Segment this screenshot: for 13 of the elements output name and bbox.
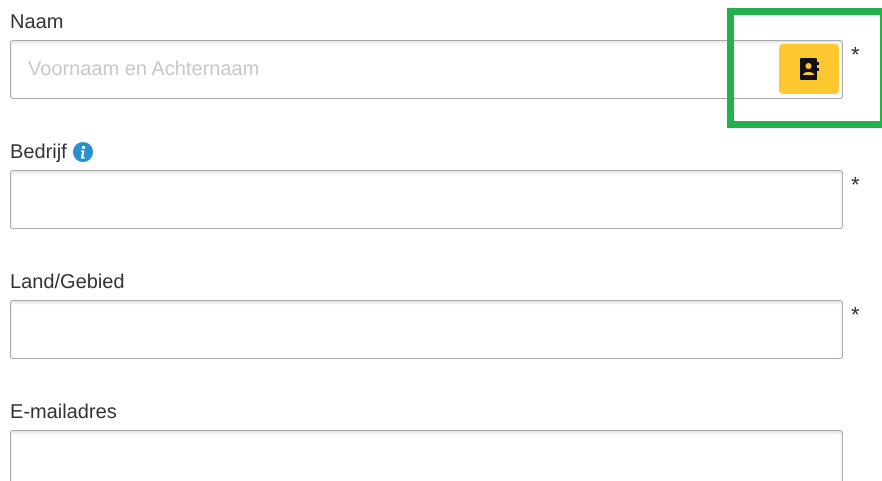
info-icon[interactable] xyxy=(72,142,93,162)
required-mark: * xyxy=(851,171,860,199)
text-field[interactable] xyxy=(10,430,843,481)
field-label: E-mailadres xyxy=(10,400,117,424)
contact-book-icon xyxy=(799,57,819,81)
required-mark: * xyxy=(851,301,860,329)
text-field[interactable] xyxy=(10,170,843,229)
required-mark: * xyxy=(851,41,860,69)
text-field[interactable] xyxy=(10,300,843,359)
contacts-button[interactable] xyxy=(779,44,839,94)
field-label: Naam xyxy=(10,10,64,34)
field-label: Bedrijf xyxy=(10,140,67,164)
field-label: Land/Gebied xyxy=(10,270,125,294)
